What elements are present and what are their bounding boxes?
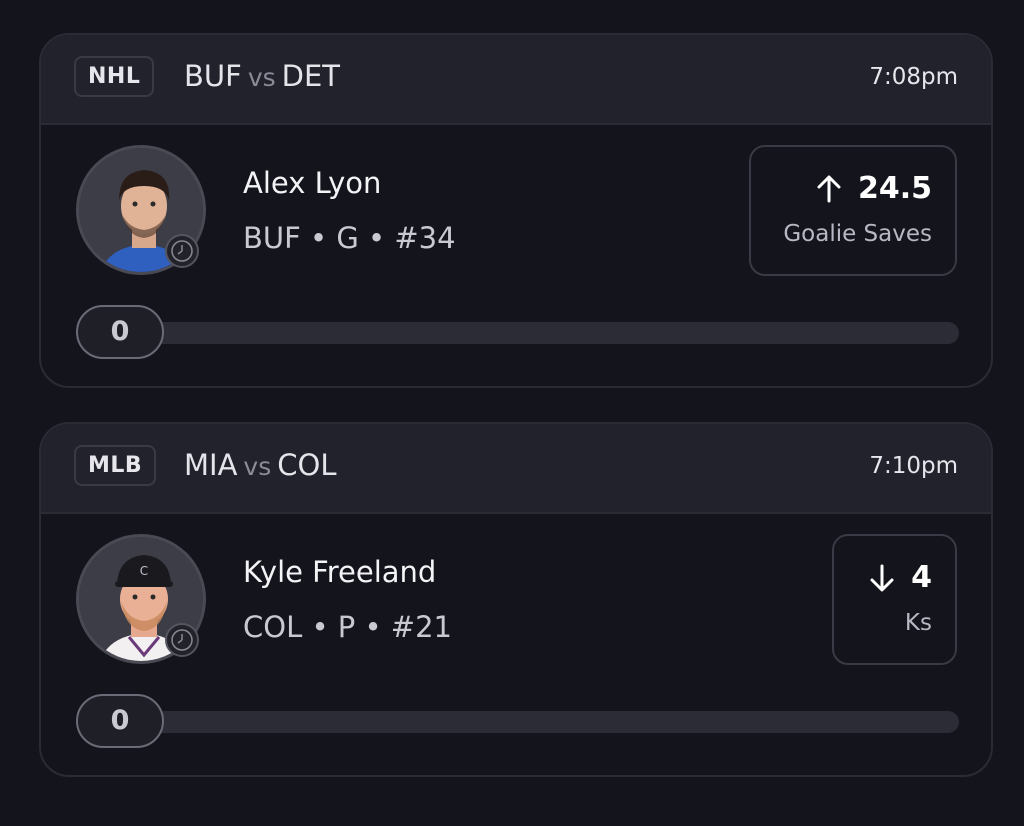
- progress-value-pill: 0: [76, 305, 164, 359]
- player-name[interactable]: Alex Lyon: [243, 166, 381, 200]
- card-header: NHL BUF vs DET 7:08pm: [41, 35, 991, 125]
- prop-card-2[interactable]: MLB MIA vs COL 7:10pm C Kyle Freeland COL …: [39, 422, 993, 777]
- progress-bar: [77, 711, 959, 733]
- arrow-down-icon: [870, 564, 894, 591]
- prop-value: 4: [867, 560, 932, 595]
- prop-number: 4: [911, 560, 932, 595]
- prop-stat-label: Goalie Saves: [783, 221, 932, 247]
- game-time: 7:10pm: [869, 453, 958, 479]
- prop-line-box[interactable]: 4 Ks: [832, 534, 957, 665]
- svg-text:C: C: [140, 564, 148, 578]
- vs-label: vs: [247, 63, 276, 92]
- prop-stat-label: Ks: [904, 610, 932, 636]
- progress-value-pill: 0: [76, 694, 164, 748]
- arrow-up-icon: [817, 175, 841, 202]
- vs-label: vs: [243, 452, 272, 481]
- card-header: MLB MIA vs COL 7:10pm: [41, 424, 991, 514]
- away-team: DET: [281, 59, 341, 93]
- player-meta: BUF • G • #34: [243, 221, 456, 255]
- game-time: 7:08pm: [869, 64, 958, 90]
- clock-icon: [165, 234, 199, 268]
- home-team: MIA: [184, 448, 238, 482]
- player-name[interactable]: Kyle Freeland: [243, 555, 436, 589]
- prop-value: 24.5: [814, 171, 932, 206]
- prop-number: 24.5: [857, 171, 932, 206]
- prop-card-1[interactable]: NHL BUF vs DET 7:08pm Alex Lyon BUF • G • …: [39, 33, 993, 388]
- clock-icon: [165, 623, 199, 657]
- home-team: BUF: [184, 59, 242, 93]
- progress-bar: [77, 322, 959, 344]
- league-badge: NHL: [74, 56, 155, 97]
- league-badge: MLB: [74, 445, 157, 486]
- matchup: MIA vs COL: [184, 448, 336, 482]
- away-team: COL: [277, 448, 337, 482]
- matchup: BUF vs DET: [184, 59, 340, 93]
- prop-line-box[interactable]: 24.5 Goalie Saves: [749, 145, 957, 276]
- player-meta: COL • P • #21: [243, 610, 453, 644]
